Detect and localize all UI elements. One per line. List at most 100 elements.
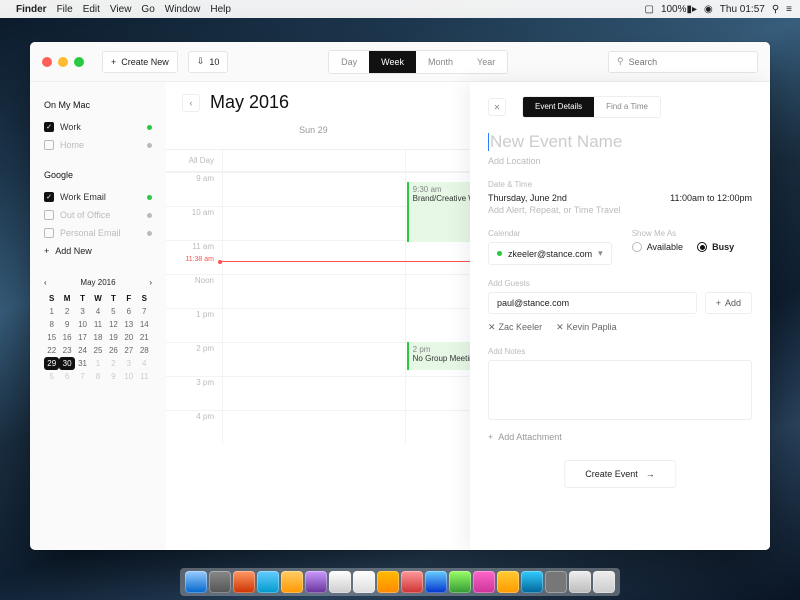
titlebar: +Create New ⇩10 Day Week Month Year ⚲ bbox=[30, 42, 770, 82]
tab-find-time[interactable]: Find a Time bbox=[594, 97, 660, 117]
day-header[interactable]: Sun 29 bbox=[222, 117, 405, 149]
close-panel-button[interactable]: ✕ bbox=[488, 98, 506, 116]
minimize-icon[interactable] bbox=[58, 57, 68, 67]
dock-item[interactable] bbox=[257, 571, 279, 593]
event-time[interactable]: 11:00am to 12:00pm bbox=[670, 193, 752, 203]
dock-item[interactable] bbox=[449, 571, 471, 593]
minical-next[interactable]: › bbox=[149, 278, 152, 287]
fullscreen-icon[interactable] bbox=[74, 57, 84, 67]
battery-status[interactable]: 100% ▮▸ bbox=[661, 4, 697, 15]
close-icon[interactable] bbox=[42, 57, 52, 67]
dock[interactable] bbox=[180, 568, 620, 596]
guest-chips: ✕Zac Keeler ✕Kevin Paplia bbox=[488, 322, 752, 333]
plus-icon: + bbox=[44, 246, 49, 256]
calendar-label: Calendar bbox=[488, 229, 612, 238]
dock-item[interactable] bbox=[281, 571, 303, 593]
guest-input[interactable]: paul@stance.com bbox=[488, 292, 697, 314]
dock-item[interactable] bbox=[233, 571, 255, 593]
event-date[interactable]: Thursday, June 2nd bbox=[488, 193, 567, 203]
allday-label: All Day bbox=[166, 150, 222, 171]
checkbox-icon[interactable]: ✓ bbox=[44, 122, 54, 132]
menu-file[interactable]: File bbox=[57, 4, 73, 15]
dock-item[interactable] bbox=[401, 571, 423, 593]
minical-prev[interactable]: ‹ bbox=[44, 278, 47, 287]
add-guest-button[interactable]: +Add bbox=[705, 292, 752, 314]
color-dot bbox=[147, 125, 152, 130]
dock-item[interactable] bbox=[305, 571, 327, 593]
menu-go[interactable]: Go bbox=[141, 4, 154, 15]
search-box[interactable]: ⚲ bbox=[608, 51, 758, 73]
view-week[interactable]: Week bbox=[369, 51, 416, 73]
add-calendar-button[interactable]: +Add New bbox=[44, 246, 152, 256]
minical-grid[interactable]: SMTWTFS123456789101112131415161718192021… bbox=[44, 292, 152, 383]
event-location-input[interactable]: Add Location bbox=[488, 156, 752, 166]
add-attachment-button[interactable]: +Add Attachment bbox=[488, 432, 752, 442]
airplay-icon[interactable]: ▢ bbox=[644, 4, 653, 15]
view-year[interactable]: Year bbox=[465, 51, 507, 73]
dock-item[interactable] bbox=[425, 571, 447, 593]
wifi-icon[interactable]: ◉ bbox=[704, 4, 713, 15]
dock-item[interactable] bbox=[473, 571, 495, 593]
calendar-window: +Create New ⇩10 Day Week Month Year ⚲ On… bbox=[30, 42, 770, 550]
remove-icon[interactable]: ✕ bbox=[556, 322, 564, 332]
checkbox-icon[interactable]: ✓ bbox=[44, 192, 54, 202]
checkbox-icon[interactable] bbox=[44, 228, 54, 238]
plus-icon: + bbox=[488, 432, 493, 442]
dock-item[interactable] bbox=[377, 571, 399, 593]
radio-icon bbox=[632, 242, 642, 252]
dock-item[interactable] bbox=[329, 571, 351, 593]
menu-view[interactable]: View bbox=[110, 4, 132, 15]
dock-item[interactable] bbox=[569, 571, 591, 593]
radio-busy[interactable]: Busy bbox=[697, 242, 734, 252]
menu-edit[interactable]: Edit bbox=[83, 4, 100, 15]
event-name-input[interactable]: New Event Name bbox=[488, 132, 752, 152]
dock-item[interactable] bbox=[497, 571, 519, 593]
guest-chip[interactable]: ✕Kevin Paplia bbox=[556, 322, 617, 333]
spotlight-icon[interactable]: ⚲ bbox=[772, 4, 779, 15]
arrow-right-icon: → bbox=[646, 469, 655, 479]
menu-window[interactable]: Window bbox=[165, 4, 201, 15]
create-new-button[interactable]: +Create New bbox=[102, 51, 178, 73]
text-cursor bbox=[488, 133, 489, 151]
calendar-item-personal[interactable]: Personal Email bbox=[44, 224, 152, 242]
calendar-item-home[interactable]: Home bbox=[44, 136, 152, 154]
dock-item[interactable] bbox=[521, 571, 543, 593]
calendar-item-work[interactable]: ✓Work bbox=[44, 118, 152, 136]
radio-icon bbox=[697, 242, 707, 252]
menu-icon[interactable]: ≡ bbox=[786, 4, 792, 15]
create-event-button[interactable]: Create Event→ bbox=[564, 460, 676, 488]
chevron-down-icon: ▾ bbox=[598, 248, 603, 259]
notes-textarea[interactable] bbox=[488, 360, 752, 420]
radio-available[interactable]: Available bbox=[632, 242, 683, 252]
sidebar-group-google: Google bbox=[44, 170, 152, 180]
app-name[interactable]: Finder bbox=[16, 4, 47, 15]
guest-chip[interactable]: ✕Zac Keeler bbox=[488, 322, 542, 333]
download-button[interactable]: ⇩10 bbox=[188, 51, 229, 73]
calendar-item-ooo[interactable]: Out of Office bbox=[44, 206, 152, 224]
guests-label: Add Guests bbox=[488, 279, 752, 288]
dock-item[interactable] bbox=[185, 571, 207, 593]
dock-item[interactable] bbox=[209, 571, 231, 593]
calendar-select[interactable]: zkeeler@stance.com▾ bbox=[488, 242, 612, 265]
view-month[interactable]: Month bbox=[416, 51, 465, 73]
remove-icon[interactable]: ✕ bbox=[488, 322, 496, 332]
dock-item[interactable] bbox=[593, 571, 615, 593]
view-day[interactable]: Day bbox=[329, 51, 369, 73]
menu-help[interactable]: Help bbox=[210, 4, 231, 15]
clock[interactable]: Thu 01:57 bbox=[720, 4, 765, 15]
dock-item[interactable] bbox=[353, 571, 375, 593]
checkbox-icon[interactable] bbox=[44, 140, 54, 150]
dock-item[interactable] bbox=[545, 571, 567, 593]
minical-title: May 2016 bbox=[80, 278, 115, 287]
month-title: May 2016 bbox=[210, 92, 289, 113]
color-dot bbox=[147, 231, 152, 236]
panel-tabs: Event Details Find a Time bbox=[522, 96, 661, 118]
calendar-item-work-email[interactable]: ✓Work Email bbox=[44, 188, 152, 206]
now-label: 11:38 am bbox=[166, 256, 222, 263]
search-input[interactable] bbox=[629, 57, 749, 67]
checkbox-icon[interactable] bbox=[44, 210, 54, 220]
tab-event-details[interactable]: Event Details bbox=[523, 97, 594, 117]
date-time-label: Date & Time bbox=[488, 180, 752, 189]
nav-prev[interactable]: ‹ bbox=[182, 94, 200, 112]
alert-hint[interactable]: Add Alert, Repeat, or Time Travel bbox=[488, 205, 752, 215]
